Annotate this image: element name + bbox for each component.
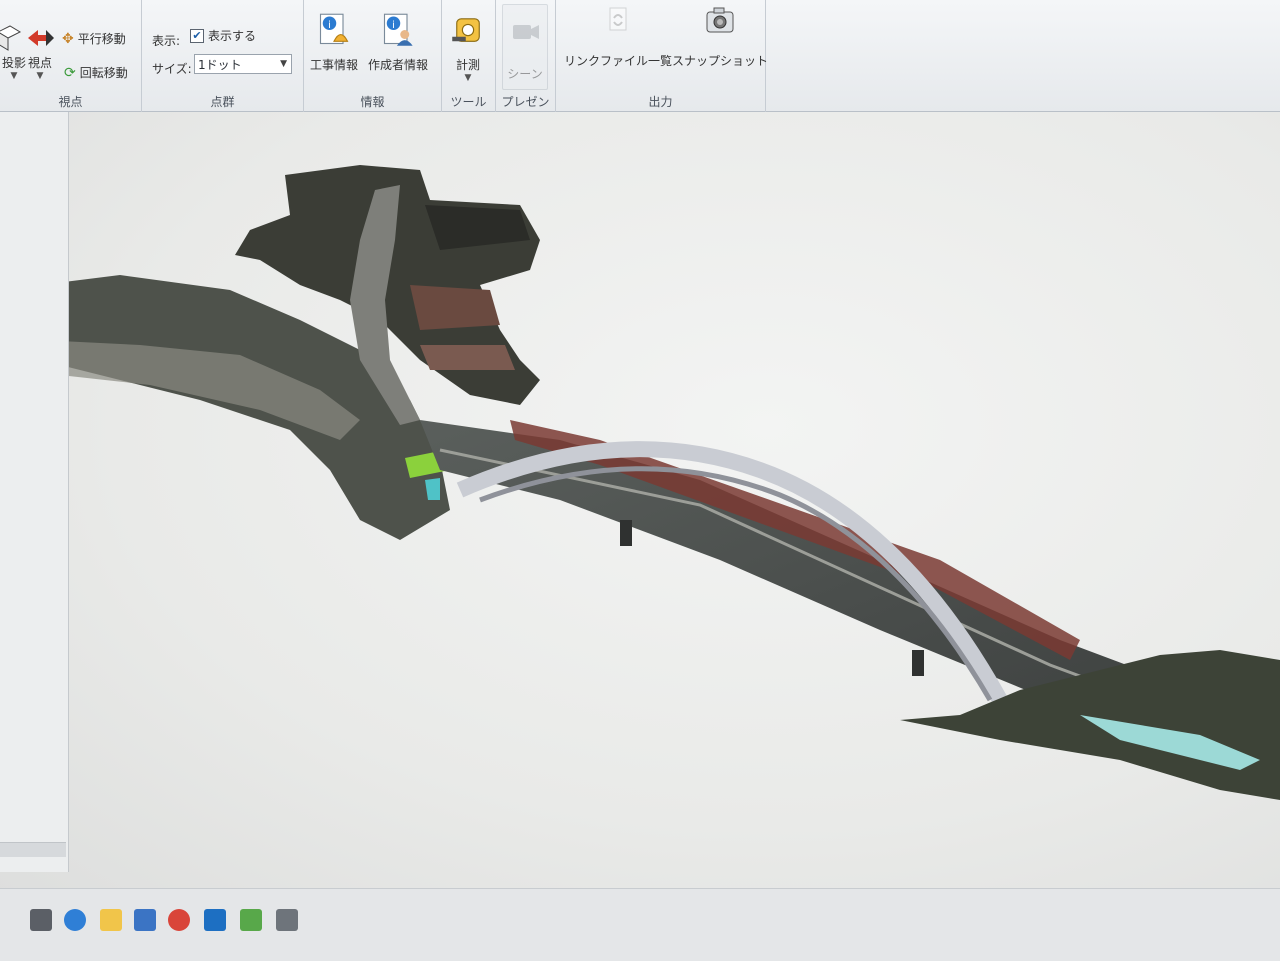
- show-checkbox[interactable]: ✔: [190, 28, 204, 43]
- explorer-icon[interactable]: [100, 909, 122, 931]
- chevron-down-icon: ▼: [36, 71, 44, 81]
- tools-group-label: ツール: [450, 95, 487, 109]
- projection-cube-icon: [0, 25, 22, 51]
- app-icon[interactable]: [240, 909, 262, 931]
- rotate-icon: ⟳: [64, 64, 76, 81]
- viewpoint-arrow-icon: [28, 30, 54, 46]
- chevron-down-icon: ▼: [10, 71, 18, 81]
- size-select[interactable]: 1ドット ▼: [194, 54, 292, 74]
- ribbon-toolbar: 投影 ▼ 視点 ▼ ✥ 平行移動 ⟳ 回転移動 視点 表示: ✔ 表示する サイ…: [0, 0, 1280, 112]
- construction-info-label: 工事情報: [310, 58, 359, 72]
- pan-button[interactable]: ✥ 平行移動: [62, 30, 126, 47]
- snapshot-camera-icon: [706, 7, 734, 33]
- scene-label: シーン: [507, 67, 543, 81]
- construction-info-button[interactable]: i 工事情報: [310, 12, 358, 73]
- point-cloud-scene: [0, 165, 1280, 800]
- store-icon[interactable]: [134, 909, 156, 931]
- snapshot-label: スナップショット: [672, 54, 769, 68]
- size-label: サイズ:: [152, 62, 192, 76]
- left-panel-scrollbar[interactable]: [0, 842, 66, 857]
- chrome-icon[interactable]: [168, 909, 190, 931]
- rotate-label: 回転移動: [79, 66, 128, 80]
- app-icon-2[interactable]: [276, 909, 298, 931]
- viewpoint-label: 視点: [27, 56, 52, 70]
- viewpoint-group-label: 視点: [58, 95, 83, 109]
- output-group-label: 出力: [648, 95, 673, 109]
- link-file-list-button[interactable]: リンクファイル一覧: [564, 4, 672, 69]
- author-info-label: 作成者情報: [368, 58, 429, 72]
- display-label: 表示:: [152, 34, 181, 48]
- right-bank-cloud: [900, 650, 1280, 800]
- construction-info-icon: i: [319, 13, 349, 45]
- link-file-list-label: リンクファイル一覧: [564, 54, 673, 68]
- measure-label: 計測: [455, 58, 480, 72]
- scene-button[interactable]: シーン: [502, 4, 548, 90]
- pointcloud-group: 表示: ✔ 表示する サイズ: 1ドット ▼ 点群: [142, 0, 304, 112]
- scene-camera-icon: [513, 25, 539, 39]
- building-roof-2: [410, 285, 500, 330]
- tools-group: 計測 ▼ ツール: [442, 0, 496, 112]
- info-group-label: 情報: [360, 95, 385, 109]
- svg-text:i: i: [392, 20, 395, 31]
- presentation-group: シーン プレゼン: [496, 0, 556, 112]
- projection-button[interactable]: 投影 ▼: [0, 22, 26, 81]
- author-info-icon: i: [383, 13, 413, 46]
- pan-icon: ✥: [62, 30, 74, 47]
- left-side-panel: [0, 112, 69, 872]
- size-value: 1ドット: [198, 57, 242, 72]
- outlook-icon[interactable]: [204, 909, 226, 931]
- projection-label: 投影: [2, 56, 27, 70]
- measure-button[interactable]: 計測 ▼: [450, 12, 486, 83]
- pointcloud-group-label: 点群: [210, 95, 235, 109]
- show-checkbox-row[interactable]: ✔ 表示する: [190, 27, 256, 44]
- rotate-button[interactable]: ⟳ 回転移動: [64, 64, 128, 81]
- info-group: i 工事情報 i 作成者情報 情報: [304, 0, 442, 112]
- task-view-icon[interactable]: [30, 909, 52, 931]
- snapshot-button[interactable]: スナップショット: [672, 4, 768, 69]
- show-label: 表示する: [208, 29, 257, 43]
- link-file-icon: [609, 7, 627, 31]
- bridge-pier-2: [912, 650, 924, 676]
- author-info-button[interactable]: i 作成者情報: [368, 12, 428, 73]
- chevron-down-icon: ▼: [464, 73, 472, 83]
- windows-taskbar: [0, 888, 1280, 961]
- svg-text:i: i: [328, 20, 331, 31]
- bridge-pier-1: [620, 520, 632, 546]
- pan-label: 平行移動: [77, 32, 126, 46]
- display-row: 表示:: [152, 32, 180, 49]
- output-group: リンクファイル一覧 スナップショット 出力: [556, 0, 768, 112]
- viewpoint-button[interactable]: 視点 ▼: [24, 22, 56, 81]
- size-label-row: サイズ:: [152, 60, 192, 77]
- point-cloud-viewport[interactable]: [0, 112, 1280, 898]
- edge-browser-icon[interactable]: [64, 909, 86, 931]
- presentation-group-label: プレゼン: [501, 95, 550, 109]
- chevron-down-icon: ▼: [280, 59, 287, 69]
- viewpoint-group: 投影 ▼ 視点 ▼ ✥ 平行移動 ⟳ 回転移動 視点: [0, 0, 142, 112]
- building-roof-3: [420, 345, 515, 370]
- measure-tape-icon: [452, 18, 480, 42]
